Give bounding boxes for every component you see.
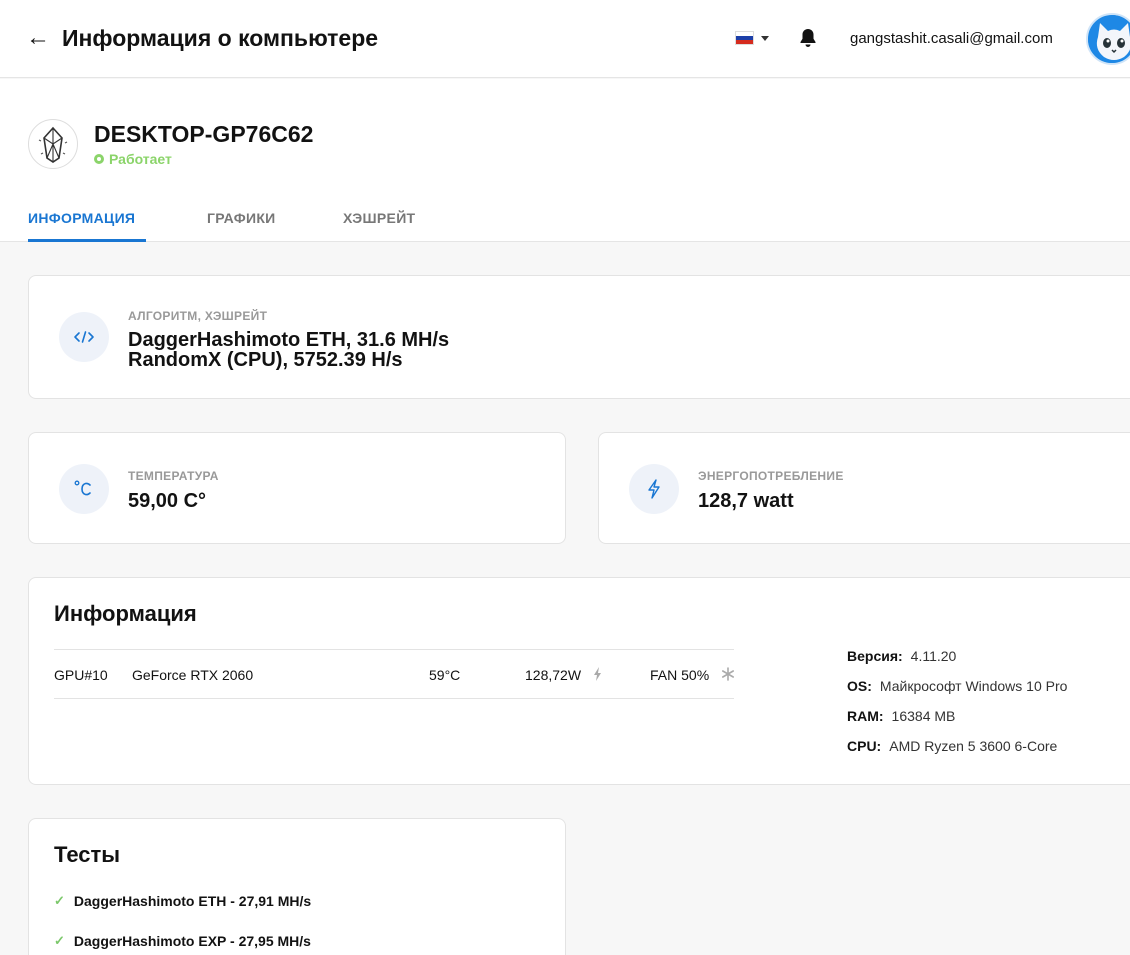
- gpu-fan: FAN 50%: [650, 667, 710, 683]
- test-label: DaggerHashimoto EXP - 27,95 MH/s: [73, 933, 311, 949]
- fan-icon: [722, 667, 734, 681]
- temperature-label: ТЕМПЕРАТУРА: [128, 469, 219, 483]
- spec-value: Майкрософт Windows 10 Pro: [879, 678, 1068, 694]
- tab-hashrate[interactable]: ХЭШРЕЙТ: [343, 209, 415, 227]
- device-avatar: [28, 119, 78, 169]
- status-badge: Работает: [94, 151, 172, 167]
- bell-icon[interactable]: [799, 28, 817, 48]
- spec-key: OS:: [847, 678, 872, 694]
- list-item: ✓ DaggerHashimoto EXP - 27,95 MH/s: [54, 933, 311, 949]
- top-bar: ← Информация о компьютере gangstashit.ca…: [0, 0, 1130, 78]
- spec-value: AMD Ryzen 5 3600 6-Core: [889, 738, 1058, 754]
- user-avatar[interactable]: [1086, 13, 1130, 65]
- list-item: ✓ DaggerHashimoto ETH - 27,91 MH/s: [54, 893, 311, 909]
- tests-card: Тесты ✓ DaggerHashimoto ETH - 27,91 MH/s…: [28, 818, 566, 955]
- caret-down-icon: [761, 35, 769, 41]
- gpu-id: GPU#10: [54, 667, 108, 683]
- temperature-card: ТЕМПЕРАТУРА 59,00 C°: [28, 432, 566, 544]
- status-dot-icon: [94, 154, 104, 164]
- spec-version: Версия: 4.11.20: [847, 647, 956, 665]
- algorithm-label: АЛГОРИТМ, ХЭШРЕЙТ: [128, 309, 268, 323]
- device-name: DESKTOP-GP76C62: [94, 121, 314, 147]
- spec-os: OS: Майкрософт Windows 10 Pro: [847, 677, 1067, 695]
- russia-flag-icon: [735, 31, 754, 45]
- cat-avatar-icon: [1088, 15, 1130, 63]
- information-card: Информация GPU#10 GeForce RTX 2060 59°C …: [28, 577, 1130, 785]
- algorithm-line-1: DaggerHashimoto ETH, 31.6 MH/s: [128, 329, 450, 351]
- user-email[interactable]: gangstashit.casali@gmail.com: [850, 30, 1053, 48]
- check-icon: ✓: [54, 893, 65, 908]
- power-value: 128,7 watt: [698, 490, 794, 512]
- status-text: Работает: [109, 151, 172, 167]
- spec-key: Версия:: [847, 648, 903, 664]
- table-row: GPU#10 GeForce RTX 2060 59°C 128,72W FAN…: [54, 649, 734, 699]
- algorithm-card: АЛГОРИТМ, ХЭШРЕЙТ DaggerHashimoto ETH, 3…: [28, 275, 1130, 399]
- device-header: DESKTOP-GP76C62 Работает ИНФОРМАЦИЯ ГРАФ…: [0, 79, 1130, 242]
- active-tab-indicator: [28, 239, 146, 242]
- spec-value: 4.11.20: [910, 648, 957, 664]
- lightning-small-icon: [594, 667, 601, 681]
- code-icon: [59, 312, 109, 362]
- tab-information[interactable]: ИНФОРМАЦИЯ: [28, 209, 135, 227]
- crystal-icon: [38, 126, 68, 163]
- spec-cpu: CPU: AMD Ryzen 5 3600 6-Core: [847, 737, 1057, 755]
- gpu-power: 128,72W: [525, 667, 582, 683]
- tests-title: Тесты: [54, 842, 121, 867]
- tab-charts[interactable]: ГРАФИКИ: [207, 209, 276, 227]
- spec-key: RAM:: [847, 708, 884, 724]
- gpu-temp: 59°C: [429, 667, 461, 683]
- spec-ram: RAM: 16384 MB: [847, 707, 955, 725]
- power-card: ЭНЕРГОПОТРЕБЛЕНИЕ 128,7 watt: [598, 432, 1130, 544]
- temperature-value: 59,00 C°: [128, 490, 207, 512]
- language-selector[interactable]: [735, 31, 769, 45]
- power-label: ЭНЕРГОПОТРЕБЛЕНИЕ: [698, 469, 844, 483]
- check-icon: ✓: [54, 933, 65, 948]
- page-title: Информация о компьютере: [62, 25, 379, 51]
- lightning-icon: [629, 464, 679, 514]
- back-arrow-icon[interactable]: ←: [26, 25, 50, 51]
- celsius-icon: [59, 464, 109, 514]
- gpu-model: GeForce RTX 2060: [132, 667, 254, 683]
- algorithm-line-2: RandomX (CPU), 5752.39 H/s: [128, 349, 403, 371]
- spec-value: 16384 MB: [891, 708, 956, 724]
- spec-key: CPU:: [847, 738, 882, 754]
- test-label: DaggerHashimoto ETH - 27,91 MH/s: [73, 893, 312, 909]
- information-title: Информация: [54, 601, 197, 626]
